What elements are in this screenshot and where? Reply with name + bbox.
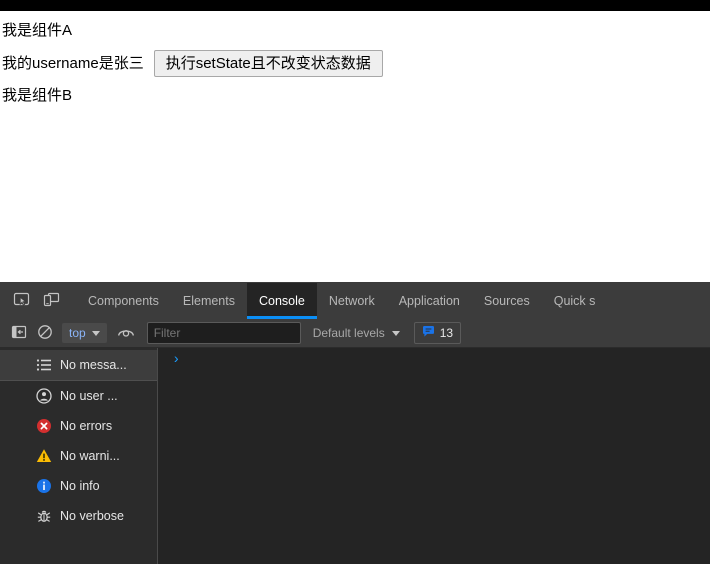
clear-console-icon <box>37 324 53 343</box>
console-toolbar: top Default levels <box>0 319 710 348</box>
sidebar-item-user-messages[interactable]: No user ... <box>0 381 157 411</box>
set-state-button[interactable]: 执行setState且不改变状态数据 <box>153 49 383 77</box>
username-row: 我的username是张三 执行setState且不改变状态数据 <box>0 48 710 78</box>
page-viewport: 我是组件A 我的username是张三 执行setState且不改变状态数据 我… <box>0 11 710 282</box>
chevron-down-icon <box>91 330 100 336</box>
inspect-element-button[interactable] <box>6 283 36 319</box>
username-label: 我的username是张三 <box>2 54 144 72</box>
clear-console-button[interactable] <box>32 321 58 345</box>
live-expression-button[interactable] <box>113 321 139 345</box>
sidebar-item-errors[interactable]: No errors <box>0 411 157 441</box>
console-prompt[interactable]: › <box>158 352 710 373</box>
tab-quick-source-label: Quick s <box>553 294 596 308</box>
tab-application[interactable]: Application <box>387 283 472 319</box>
tab-components-label: Components <box>88 294 159 308</box>
live-expression-eye-icon <box>117 324 135 343</box>
devtools-tabbar: Components Elements Console Network Appl… <box>0 283 710 319</box>
devtools-panel: Components Elements Console Network Appl… <box>0 282 710 564</box>
tab-elements-label: Elements <box>182 294 235 308</box>
chevron-down-icon <box>391 330 400 336</box>
tab-network-label: Network <box>328 294 375 308</box>
sidebar-item-errors-label: No errors <box>60 419 113 433</box>
user-message-icon <box>36 388 52 404</box>
sidebar-item-verbose[interactable]: No verbose <box>0 501 157 531</box>
log-levels-label: Default levels <box>312 326 385 340</box>
sidebar-item-info[interactable]: No info <box>0 471 157 501</box>
tabbar-spacer <box>66 283 76 319</box>
issues-count: 13 <box>439 326 454 340</box>
sidebar-item-info-label: No info <box>60 479 100 493</box>
verbose-bug-icon <box>36 508 52 524</box>
tab-sources-label: Sources <box>483 294 530 308</box>
sidebar-item-messages-label: No messa... <box>60 358 127 372</box>
component-b-text: 我是组件B <box>0 86 710 104</box>
sidebar-item-warnings-label: No warni... <box>60 449 120 463</box>
component-a-label: 我是组件A <box>2 21 73 39</box>
device-toolbar-icon <box>43 291 60 311</box>
tab-elements[interactable]: Elements <box>171 283 247 319</box>
console-filter-input[interactable] <box>146 322 301 344</box>
console-body: No messa... No user ... No errors No war… <box>0 348 710 564</box>
tab-network[interactable]: Network <box>317 283 387 319</box>
sidebar-item-warnings[interactable]: No warni... <box>0 441 157 471</box>
inspect-element-icon <box>13 291 30 311</box>
console-sidebar-toggle-button[interactable] <box>6 321 32 345</box>
console-sidebar: No messa... No user ... No errors No war… <box>0 348 158 564</box>
browser-top-strip <box>0 0 710 11</box>
tab-sources[interactable]: Sources <box>472 283 542 319</box>
tab-application-label: Application <box>398 294 460 308</box>
console-output: › <box>158 348 710 564</box>
sidebar-item-messages[interactable]: No messa... <box>0 350 157 381</box>
component-b-label: 我是组件B <box>2 86 73 104</box>
tab-console-label: Console <box>258 294 305 308</box>
console-sidebar-toggle-icon <box>11 324 27 343</box>
warning-icon <box>36 448 52 464</box>
issue-bubble-icon <box>422 325 435 341</box>
issues-badge[interactable]: 13 <box>413 322 462 344</box>
device-toolbar-button[interactable] <box>36 283 66 319</box>
sidebar-item-verbose-label: No verbose <box>60 509 124 523</box>
execution-context-selector[interactable]: top <box>62 323 107 343</box>
execution-context-label: top <box>69 326 86 340</box>
component-a-text: 我是组件A <box>0 21 710 39</box>
message-list-icon <box>36 357 52 373</box>
sidebar-item-user-messages-label: No user ... <box>60 389 118 403</box>
tab-console[interactable]: Console <box>246 283 317 319</box>
tab-quick-source[interactable]: Quick s <box>542 283 608 319</box>
info-icon <box>36 478 52 494</box>
error-icon <box>36 418 52 434</box>
console-prompt-caret-icon: › <box>172 352 181 368</box>
log-levels-selector[interactable]: Default levels <box>313 326 400 340</box>
tab-components[interactable]: Components <box>76 283 171 319</box>
